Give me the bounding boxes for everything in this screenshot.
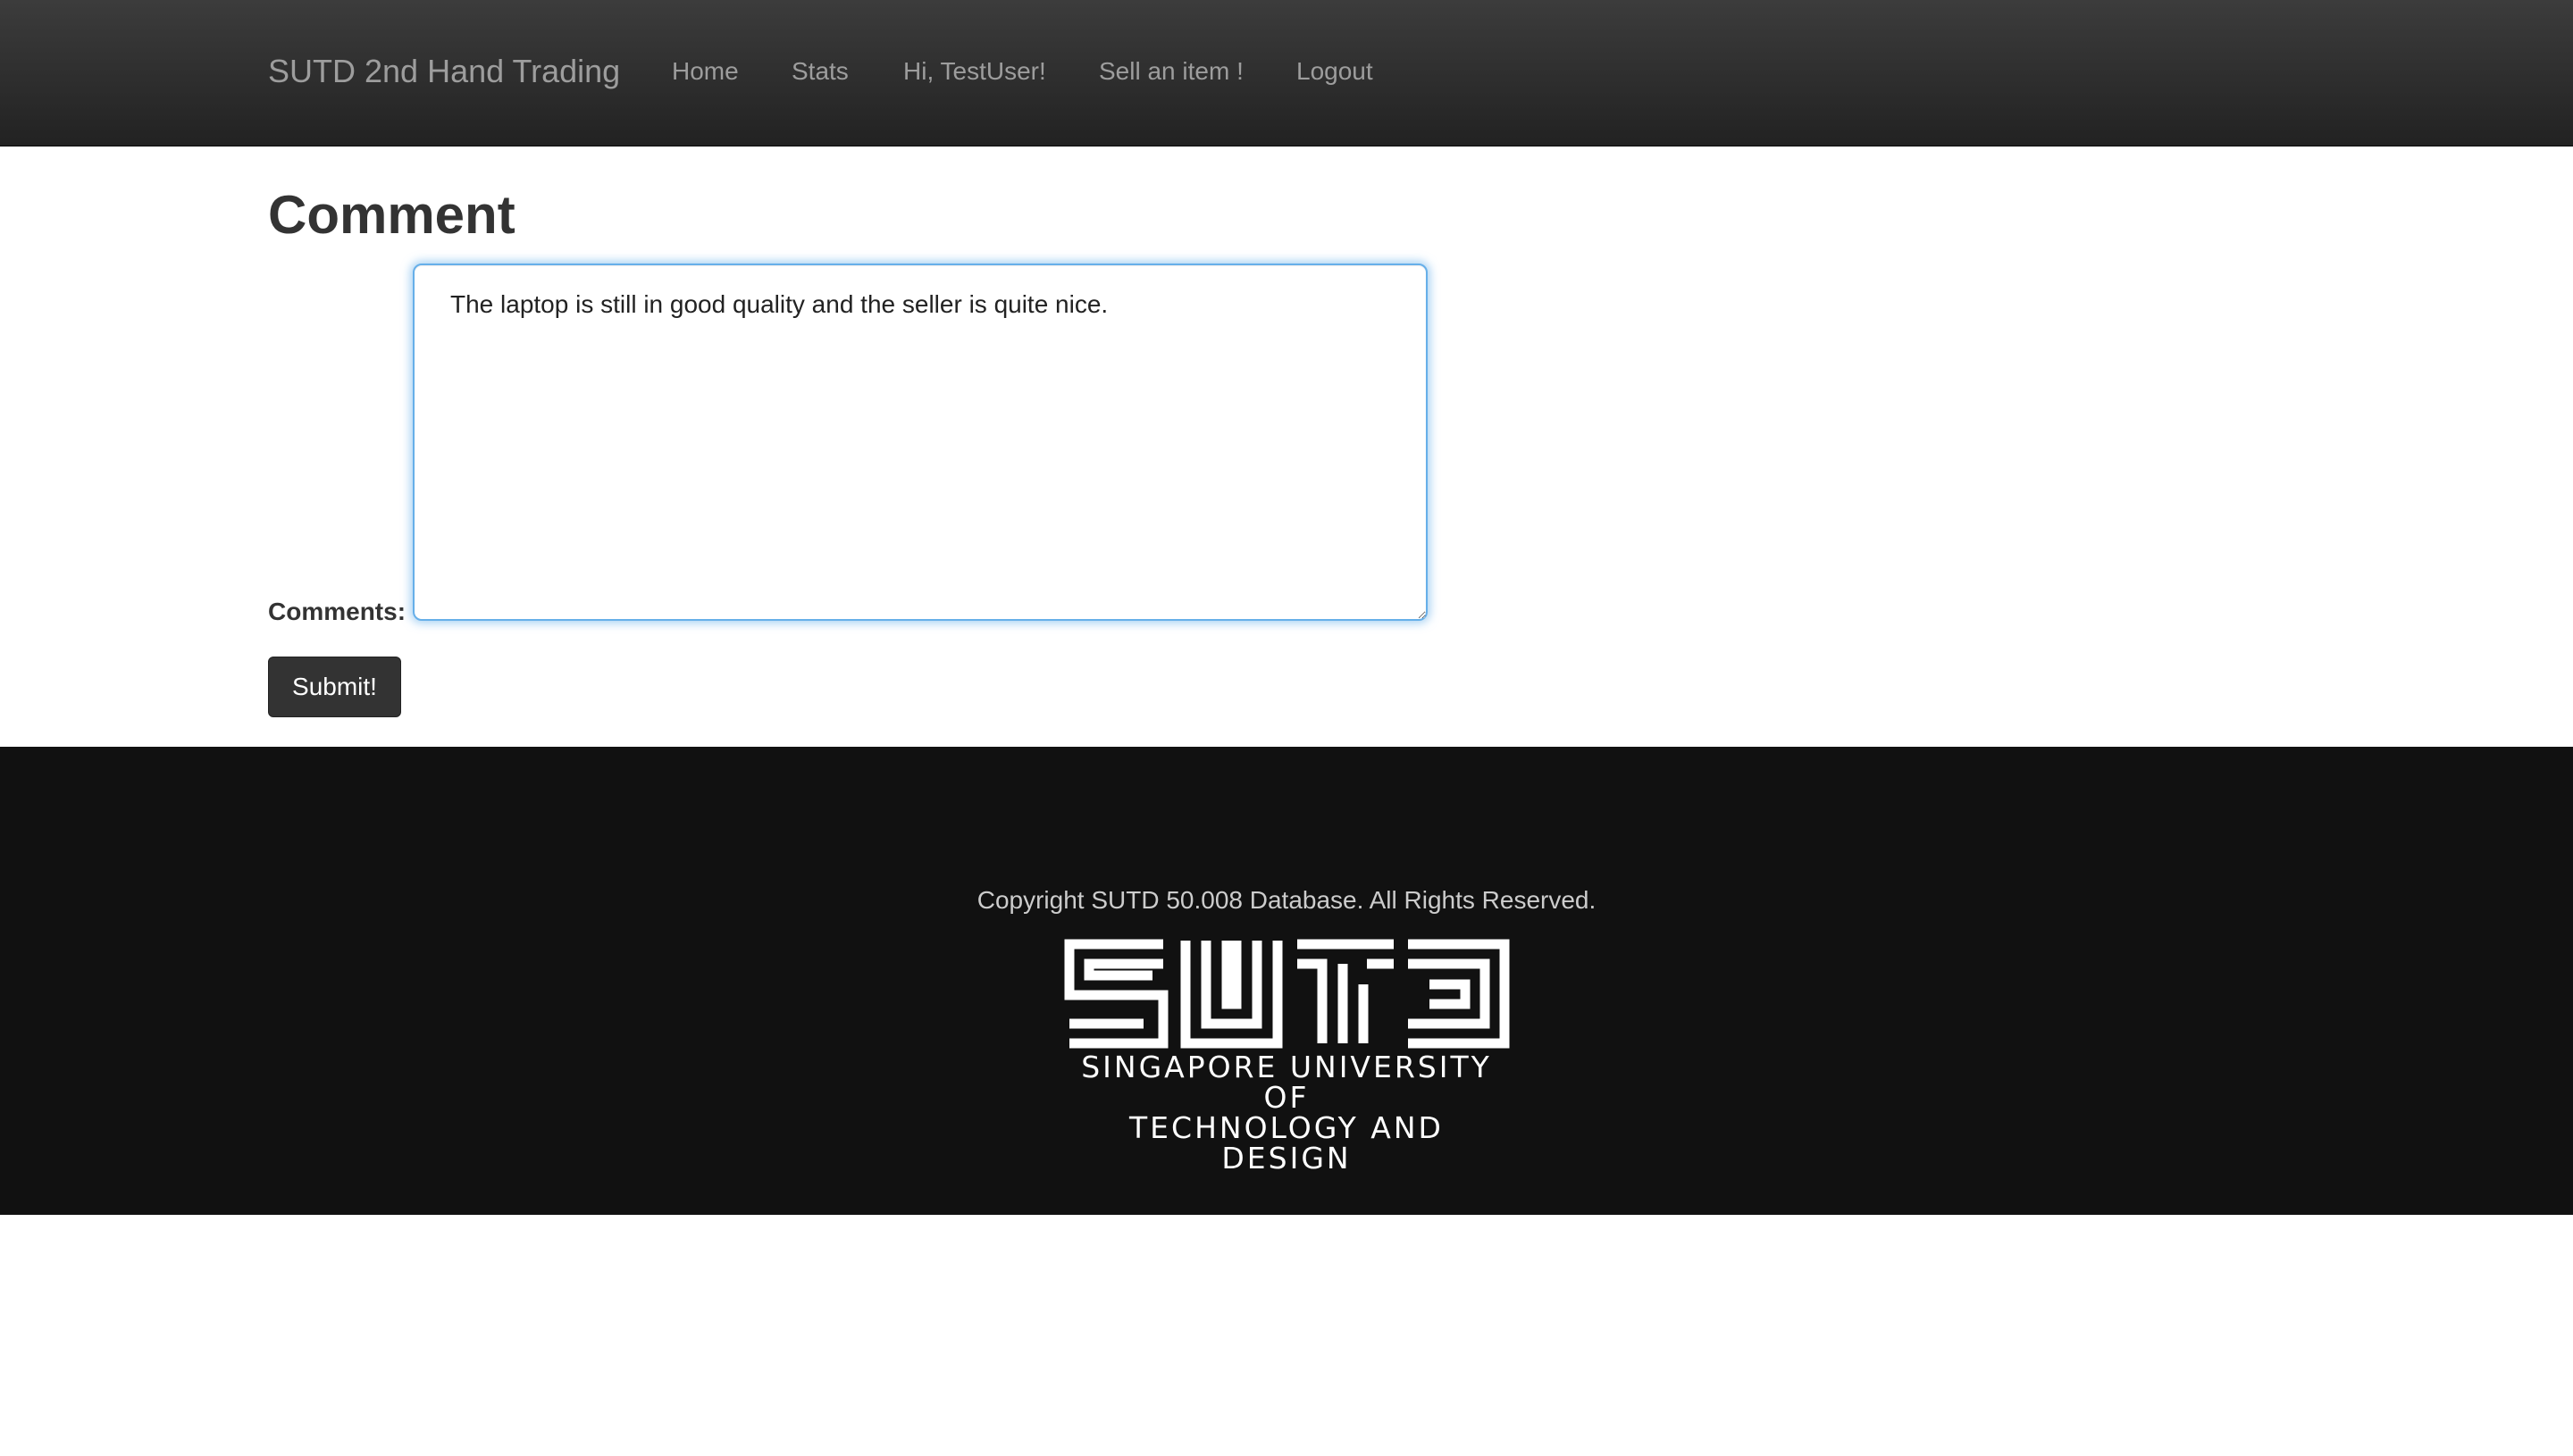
nav-user-greeting-link[interactable]: Hi, TestUser! (903, 55, 1046, 88)
nav-sell-item-link[interactable]: Sell an item ! (1099, 55, 1244, 88)
comments-label: Comments: (268, 598, 406, 625)
brand-link[interactable]: SUTD 2nd Hand Trading (268, 50, 620, 93)
comment-textarea[interactable]: The laptop is still in good quality and … (413, 264, 1428, 621)
nav-stats-link[interactable]: Stats (792, 55, 849, 88)
nav-logout-link[interactable]: Logout (1296, 55, 1373, 88)
top-navbar: SUTD 2nd Hand Trading Home Stats Hi, Tes… (0, 0, 2573, 146)
logo-tagline: SINGAPORE UNIVERSITY OF TECHNOLOGY AND D… (1063, 1052, 1510, 1174)
logo-tagline-line-1: SINGAPORE UNIVERSITY OF (1081, 1050, 1492, 1115)
nav-home-link[interactable]: Home (672, 55, 739, 88)
page-title: Comment (268, 185, 515, 245)
logo-tagline-line-2: TECHNOLOGY AND DESIGN (1129, 1110, 1444, 1176)
footer-copyright: Copyright SUTD 50.008 Database. All Righ… (976, 886, 1597, 914)
submit-button[interactable]: Submit! (268, 657, 401, 717)
